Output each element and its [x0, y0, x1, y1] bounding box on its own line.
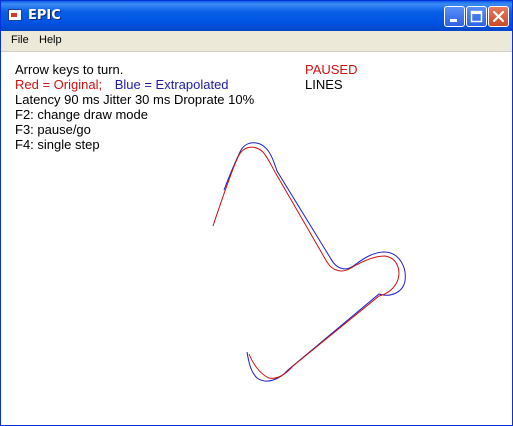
close-button[interactable] [488, 6, 509, 27]
minimize-icon [450, 19, 457, 22]
menu-file[interactable]: File [11, 34, 29, 46]
menu-help[interactable]: Help [39, 34, 62, 46]
maximize-icon [470, 10, 483, 23]
app-window: EPIC File Help Arrow keys to turn. Red =… [0, 0, 513, 426]
minimize-button[interactable] [444, 6, 465, 27]
extrapolated-path [223, 142, 406, 382]
maximize-button[interactable] [466, 6, 487, 27]
original-path [212, 146, 400, 379]
title-bar[interactable]: EPIC [1, 1, 512, 31]
menu-bar: File Help [1, 31, 512, 52]
canvas-area[interactable]: Arrow keys to turn. Red = Original; Blue… [1, 52, 512, 425]
window-title: EPIC [28, 8, 61, 23]
trajectory-plot [212, 142, 406, 382]
close-icon [492, 10, 505, 23]
app-icon[interactable] [8, 9, 22, 21]
